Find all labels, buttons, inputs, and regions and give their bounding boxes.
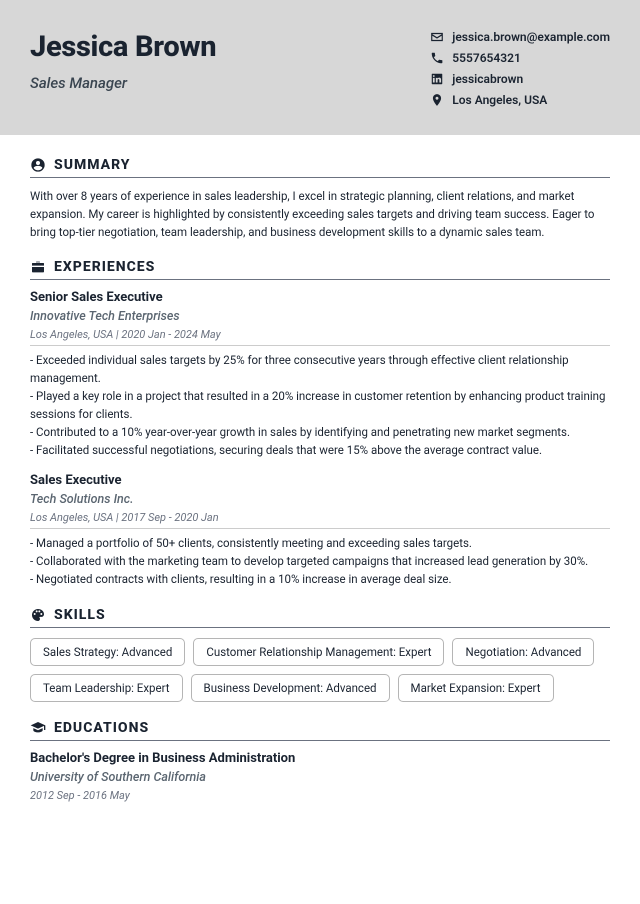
phone-text: 5557654321 — [452, 51, 521, 65]
experience-bullets: - Managed a portfolio of 50+ clients, co… — [30, 535, 610, 588]
educations-section: EDUCATIONS Bachelor's Degree in Business… — [30, 720, 610, 802]
person-name: Jessica Brown — [30, 30, 216, 64]
divider — [30, 177, 610, 178]
bullet-line: - Facilitated successful negotiations, s… — [30, 442, 610, 460]
education-meta: 2012 Sep - 2016 May — [30, 789, 610, 802]
education-list: Bachelor's Degree in Business Administra… — [30, 751, 610, 802]
divider — [30, 345, 610, 346]
location-pin-icon — [430, 93, 444, 107]
section-title: EDUCATIONS — [54, 720, 149, 736]
divider — [30, 627, 610, 628]
summary-section: SUMMARY With over 8 years of experience … — [30, 157, 610, 241]
person-icon — [30, 157, 46, 173]
phone-icon — [430, 51, 444, 65]
contact-email: jessica.brown@example.com — [430, 30, 610, 44]
education-school: University of Southern California — [30, 770, 610, 785]
skills-section: SKILLS Sales Strategy: Advanced Customer … — [30, 607, 610, 702]
experience-meta: Los Angeles, USA | 2020 Jan - 2024 May — [30, 328, 610, 341]
bullet-line: - Played a key role in a project that re… — [30, 388, 610, 424]
bullet-line: - Collaborated with the marketing team t… — [30, 553, 610, 571]
experience-company: Tech Solutions Inc. — [30, 492, 610, 507]
education-degree: Bachelor's Degree in Business Administra… — [30, 751, 610, 766]
contact-linkedin: jessicabrown — [430, 72, 610, 86]
content: SUMMARY With over 8 years of experience … — [0, 135, 640, 802]
divider — [30, 528, 610, 529]
experience-list: Senior Sales Executive Innovative Tech En… — [30, 290, 610, 588]
section-title: SUMMARY — [54, 157, 131, 173]
experience-title: Senior Sales Executive — [30, 290, 610, 305]
section-header: SUMMARY — [30, 157, 610, 173]
header-left: Jessica Brown Sales Manager — [30, 30, 216, 92]
contact-phone: 5557654321 — [430, 51, 610, 65]
divider — [30, 740, 610, 741]
contacts: jessica.brown@example.com 5557654321 jes… — [430, 30, 610, 107]
linkedin-text: jessicabrown — [452, 72, 523, 86]
section-title: EXPERIENCES — [54, 259, 155, 275]
briefcase-icon — [30, 259, 46, 275]
location-text: Los Angeles, USA — [452, 93, 547, 107]
skills-list: Sales Strategy: Advanced Customer Relatio… — [30, 638, 610, 702]
header: Jessica Brown Sales Manager jessica.brow… — [0, 0, 640, 135]
palette-icon — [30, 607, 46, 623]
linkedin-icon — [430, 72, 444, 86]
experience-item: Sales Executive Tech Solutions Inc. Los An… — [30, 473, 610, 588]
section-header: EDUCATIONS — [30, 720, 610, 736]
contact-location: Los Angeles, USA — [430, 93, 610, 107]
skill-chip: Sales Strategy: Advanced — [30, 638, 185, 666]
experiences-section: EXPERIENCES Senior Sales Executive Innova… — [30, 259, 610, 588]
skill-chip: Negotiation: Advanced — [452, 638, 594, 666]
section-title: SKILLS — [54, 607, 106, 623]
experience-meta: Los Angeles, USA | 2017 Sep - 2020 Jan — [30, 511, 610, 524]
skill-chip: Customer Relationship Management: Expert — [193, 638, 444, 666]
job-title: Sales Manager — [30, 74, 216, 92]
experience-title: Sales Executive — [30, 473, 610, 488]
education-item: Bachelor's Degree in Business Administra… — [30, 751, 610, 802]
bullet-line: - Negotiated contracts with clients, res… — [30, 571, 610, 589]
section-header: SKILLS — [30, 607, 610, 623]
section-header: EXPERIENCES — [30, 259, 610, 275]
skill-chip: Market Expansion: Expert — [398, 674, 554, 702]
experience-bullets: - Exceeded individual sales targets by 2… — [30, 352, 610, 459]
skill-chip: Team Leadership: Expert — [30, 674, 183, 702]
divider — [30, 279, 610, 280]
email-text: jessica.brown@example.com — [452, 30, 610, 44]
bullet-line: - Managed a portfolio of 50+ clients, co… — [30, 535, 610, 553]
bullet-line: - Exceeded individual sales targets by 2… — [30, 352, 610, 388]
experience-company: Innovative Tech Enterprises — [30, 309, 610, 324]
experience-item: Senior Sales Executive Innovative Tech En… — [30, 290, 610, 459]
skill-chip: Business Development: Advanced — [191, 674, 390, 702]
summary-text: With over 8 years of experience in sales… — [30, 188, 610, 241]
bullet-line: - Contributed to a 10% year-over-year gr… — [30, 424, 610, 442]
envelope-icon — [430, 30, 444, 44]
graduation-cap-icon — [30, 720, 46, 736]
